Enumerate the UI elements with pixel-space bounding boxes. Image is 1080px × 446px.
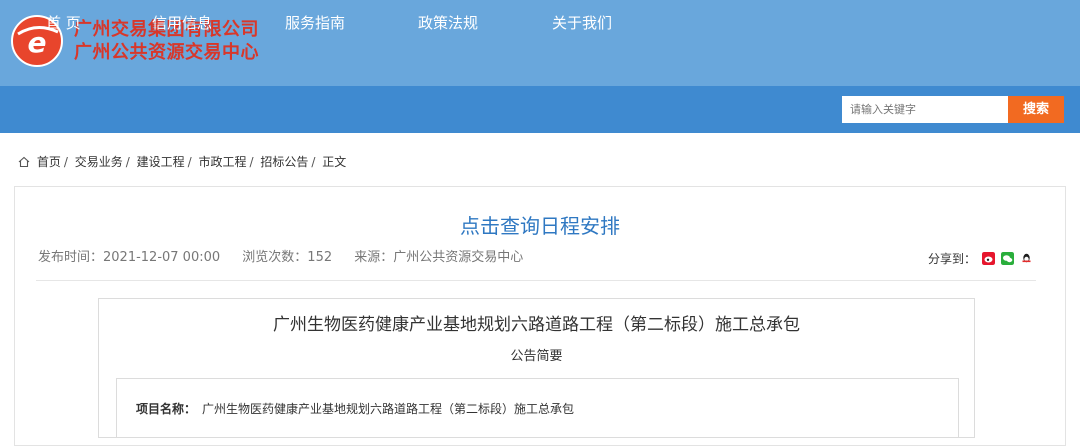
search-button[interactable]: 搜索 bbox=[1008, 96, 1064, 123]
weibo-icon[interactable] bbox=[981, 252, 995, 265]
breadcrumb-item-construction[interactable]: 建设工程 bbox=[137, 155, 185, 169]
notice-subtitle: 公告简要 bbox=[510, 349, 563, 364]
meta-divider bbox=[36, 280, 1036, 281]
home-icon bbox=[18, 156, 30, 168]
project-name-label: 项目名称： bbox=[136, 402, 197, 416]
notice-title: 广州生物医药健康产业基地规划六路道路工程（第二标段）施工总承包 bbox=[273, 315, 800, 335]
wechat-icon[interactable] bbox=[1000, 252, 1014, 265]
share-label: 分享到： bbox=[928, 252, 977, 266]
article-title-link[interactable]: 点击查询日程安排 bbox=[0, 213, 1080, 239]
breadcrumb-item-current: 正文 bbox=[322, 155, 347, 169]
breadcrumb-item-tender-notice[interactable]: 招标公告 bbox=[260, 155, 308, 169]
nav-item-policies[interactable]: 政策法规 bbox=[418, 0, 478, 47]
share-bar: 分享到： bbox=[928, 251, 1033, 267]
project-name-row: 项目名称： 广州生物医药健康产业基地规划六路道路工程（第二标段）施工总承包 bbox=[136, 401, 574, 417]
publish-time: 发布时间：2021-12-07 00:00 bbox=[38, 250, 221, 265]
breadcrumb-item-municipal[interactable]: 市政工程 bbox=[199, 155, 247, 169]
search-input[interactable] bbox=[842, 96, 1008, 123]
qq-icon[interactable] bbox=[1019, 252, 1033, 265]
project-name-value: 广州生物医药健康产业基地规划六路道路工程（第二标段）施工总承包 bbox=[202, 402, 575, 416]
breadcrumb-item-home[interactable]: 首页 bbox=[37, 155, 61, 169]
breadcrumb-item-trading[interactable]: 交易业务 bbox=[75, 155, 123, 169]
nav-item-home[interactable]: 首 页 bbox=[46, 0, 81, 47]
view-count: 浏览次数：152 bbox=[242, 250, 333, 265]
nav-item-service-guide[interactable]: 服务指南 bbox=[285, 0, 345, 47]
article-meta: 发布时间：2021-12-07 00:00 浏览次数：152 来源：广州公共资源… bbox=[38, 250, 541, 266]
nav-item-credit-info[interactable]: 信用信息 bbox=[152, 0, 212, 47]
article-source: 来源：广州公共资源交易中心 bbox=[354, 250, 524, 265]
breadcrumb: 首页 / 交易业务 / 建设工程 / 市政工程 / 招标公告 / 正文 bbox=[18, 154, 346, 170]
svg-text:e: e bbox=[28, 26, 47, 59]
nav-item-about-us[interactable]: 关于我们 bbox=[552, 0, 612, 47]
